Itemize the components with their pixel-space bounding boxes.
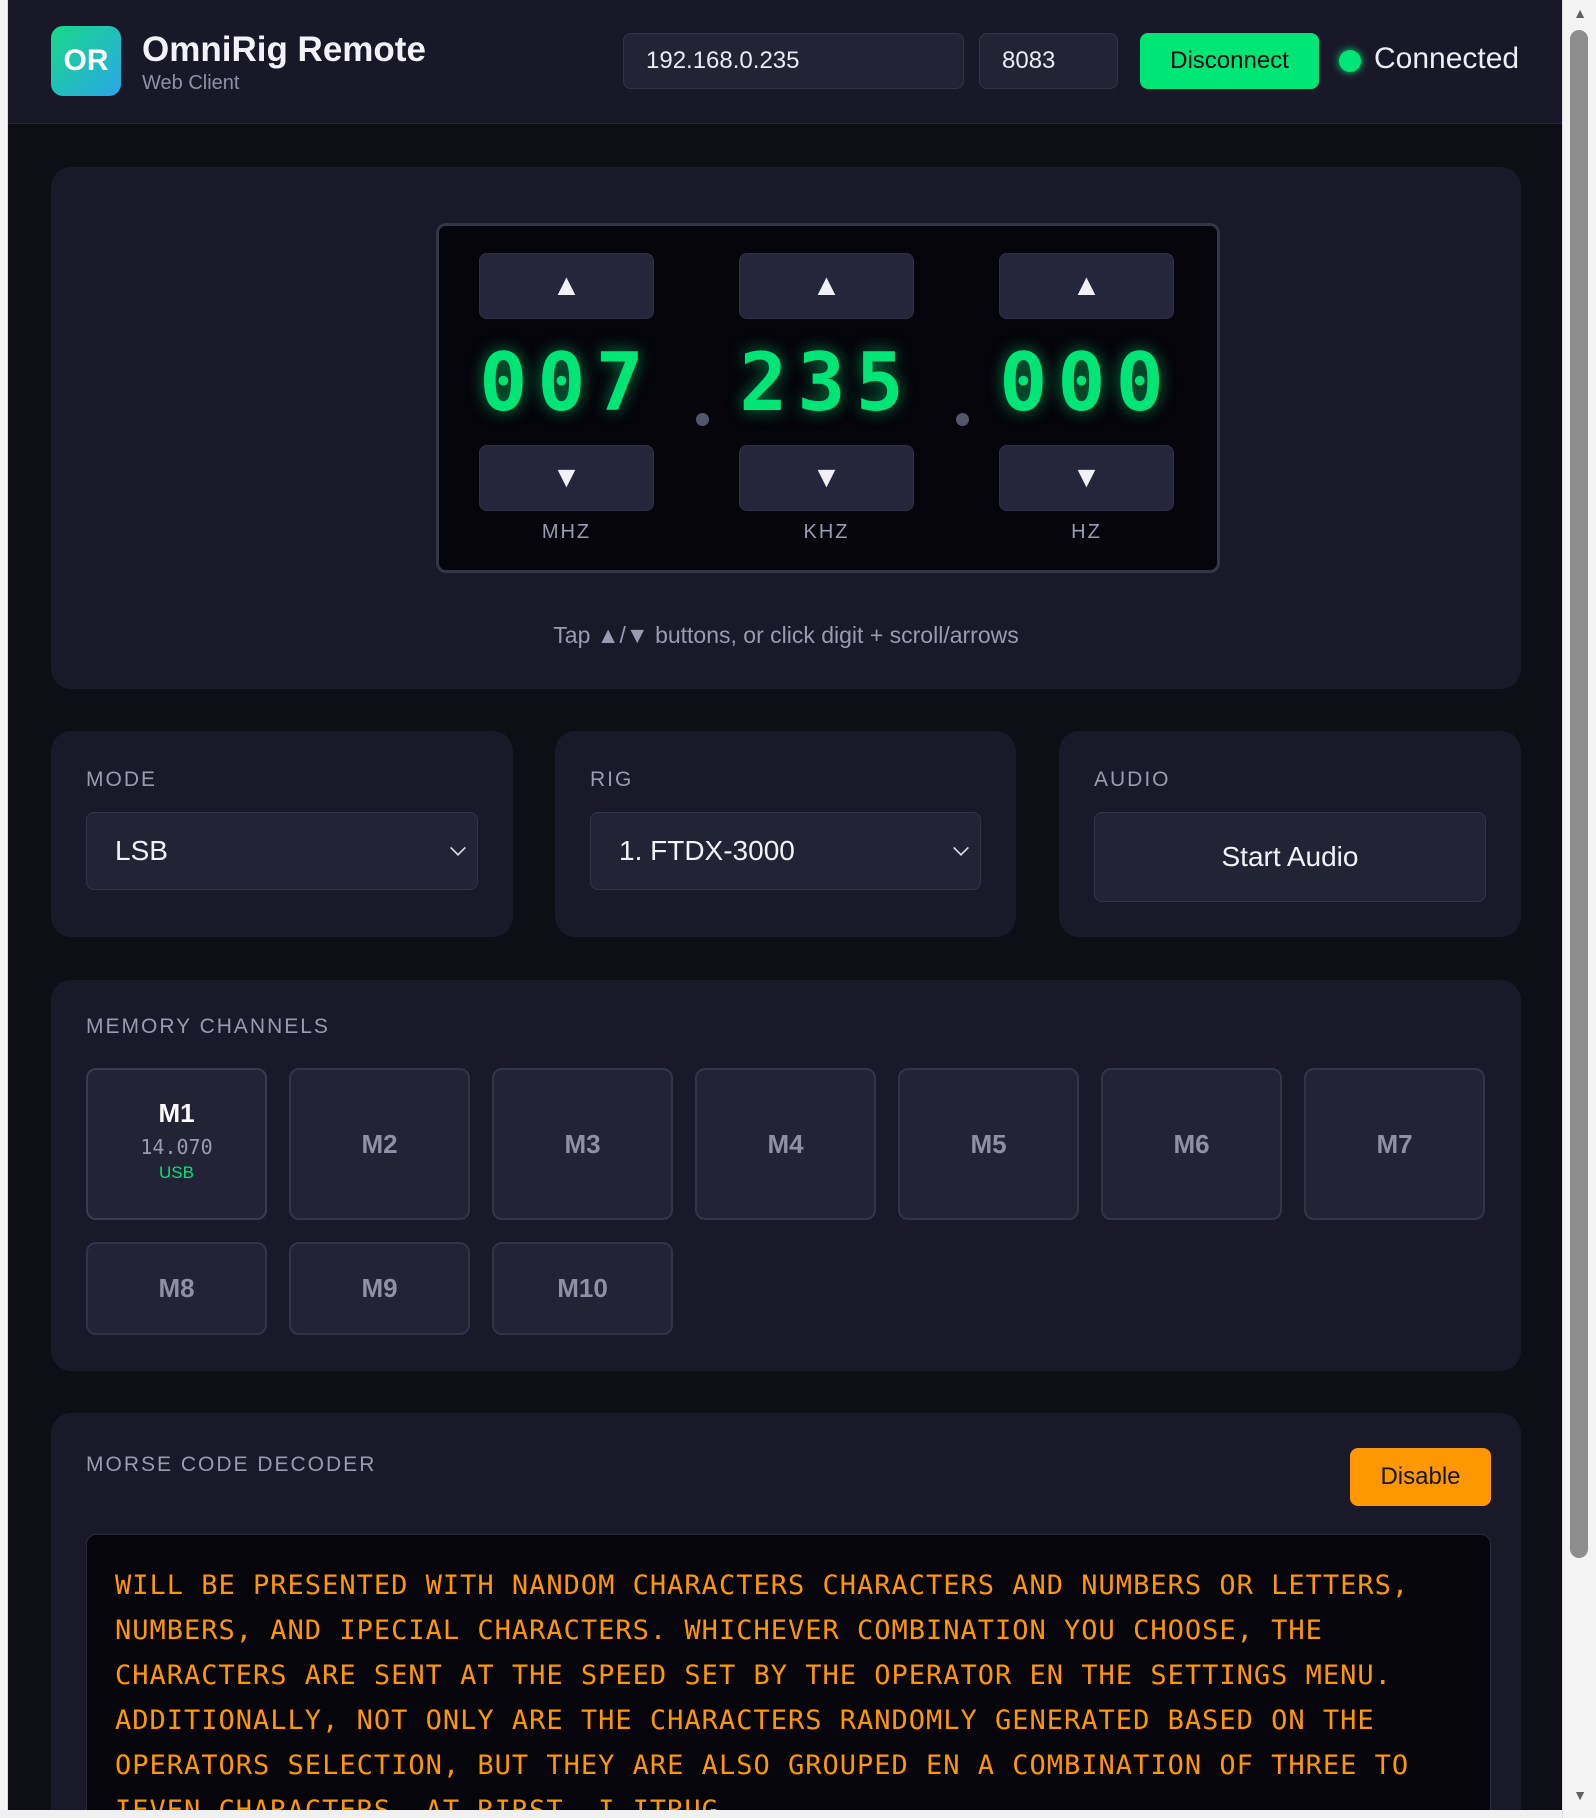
start-audio-button[interactable]: Start Audio xyxy=(1094,812,1486,902)
memory-channel-name: M4 xyxy=(767,1129,804,1159)
memory-label: MEMORY CHANNELS xyxy=(86,1015,330,1038)
frequency-display: ▲ 007 ▼ MHZ ▲ 235 ▼ KHZ ▲ 000 ▼ HZ xyxy=(436,223,1220,573)
chevron-down-icon xyxy=(953,840,969,856)
vertical-scrollbar[interactable]: ▲ ▼ xyxy=(1562,0,1596,1818)
frequency-card: ▲ 007 ▼ MHZ ▲ 235 ▼ KHZ ▲ 000 ▼ HZ Tap ▲… xyxy=(51,167,1521,689)
mhz-up-button[interactable]: ▲ xyxy=(479,253,654,319)
mode-card: MODE LSB xyxy=(51,731,513,937)
rig-label: RIG xyxy=(590,768,634,791)
app-subtitle: Web Client xyxy=(142,72,240,94)
browser-left-edge xyxy=(0,0,8,1818)
chevron-down-icon xyxy=(450,840,466,856)
mode-select[interactable]: LSB xyxy=(86,812,478,890)
hz-unit-label: HZ xyxy=(1071,521,1102,543)
morse-decoded-text: WILL BE PRESENTED WITH NANDOM CHARACTERS… xyxy=(115,1570,1410,1810)
memory-channel-name: M7 xyxy=(1376,1129,1413,1159)
memory-channel-m1[interactable]: M1 14.070 USB xyxy=(86,1068,267,1220)
memory-channel-m8[interactable]: M8 xyxy=(86,1242,267,1335)
mhz-digits[interactable]: 007 xyxy=(479,336,654,429)
browser-bottom-edge xyxy=(0,1810,1596,1818)
memory-channel-name: M6 xyxy=(1173,1129,1210,1159)
memory-channel-m7[interactable]: M7 xyxy=(1304,1068,1485,1220)
audio-card: AUDIO Start Audio xyxy=(1059,731,1521,937)
memory-channel-name: M9 xyxy=(361,1273,398,1303)
connection-status: Connected xyxy=(1374,42,1520,75)
khz-digits[interactable]: 235 xyxy=(739,336,914,429)
scrollbar-thumb[interactable] xyxy=(1570,30,1588,1558)
scroll-up-arrow-icon[interactable]: ▲ xyxy=(1563,0,1596,26)
khz-unit-label: KHZ xyxy=(803,521,850,543)
status-dot-icon xyxy=(1339,50,1361,72)
memory-channel-m3[interactable]: M3 xyxy=(492,1068,673,1220)
morse-output[interactable]: WILL BE PRESENTED WITH NANDOM CHARACTERS… xyxy=(86,1534,1491,1810)
rig-select-value: 1. FTDX-3000 xyxy=(619,835,795,866)
memory-channel-freq: 14.070 xyxy=(140,1135,213,1159)
memory-card: MEMORY CHANNELS M1 14.070 USB M2 M3 M4 M… xyxy=(51,980,1521,1371)
app-window: OR OmniRig Remote Web Client Disconnect … xyxy=(8,0,1562,1810)
separator-dot xyxy=(696,413,709,426)
memory-channel-name: M3 xyxy=(564,1129,601,1159)
mhz-down-button[interactable]: ▼ xyxy=(479,445,654,511)
morse-disable-button[interactable]: Disable xyxy=(1350,1448,1491,1506)
memory-channel-m10[interactable]: M10 xyxy=(492,1242,673,1335)
app-header: OR OmniRig Remote Web Client Disconnect … xyxy=(8,0,1562,124)
mode-select-value: LSB xyxy=(115,835,168,866)
memory-channel-m4[interactable]: M4 xyxy=(695,1068,876,1220)
app-logo: OR xyxy=(51,26,121,96)
memory-channel-name: M5 xyxy=(970,1129,1007,1159)
memory-channel-m9[interactable]: M9 xyxy=(289,1242,470,1335)
khz-up-button[interactable]: ▲ xyxy=(739,253,914,319)
audio-label: AUDIO xyxy=(1094,768,1171,791)
mode-label: MODE xyxy=(86,768,157,791)
rig-card: RIG 1. FTDX-3000 xyxy=(555,731,1016,937)
memory-channel-mode: USB xyxy=(159,1163,194,1182)
mhz-unit-label: MHZ xyxy=(541,521,592,543)
disconnect-button[interactable]: Disconnect xyxy=(1140,33,1319,89)
memory-channel-name: M10 xyxy=(557,1273,608,1303)
memory-channel-m5[interactable]: M5 xyxy=(898,1068,1079,1220)
port-input[interactable] xyxy=(979,33,1118,89)
memory-channel-m6[interactable]: M6 xyxy=(1101,1068,1282,1220)
app-title: OmniRig Remote xyxy=(142,30,426,69)
morse-card: MORSE CODE DECODER Disable WILL BE PRESE… xyxy=(51,1413,1521,1810)
hz-up-button[interactable]: ▲ xyxy=(999,253,1174,319)
scroll-down-arrow-icon[interactable]: ▼ xyxy=(1563,1782,1596,1808)
hz-down-button[interactable]: ▼ xyxy=(999,445,1174,511)
memory-channel-m2[interactable]: M2 xyxy=(289,1068,470,1220)
morse-label: MORSE CODE DECODER xyxy=(86,1453,377,1476)
rig-select[interactable]: 1. FTDX-3000 xyxy=(590,812,981,890)
frequency-hint: Tap ▲/▼ buttons, or click digit + scroll… xyxy=(553,622,1019,648)
host-input[interactable] xyxy=(623,33,964,89)
memory-channel-name: M2 xyxy=(361,1129,398,1159)
hz-digits[interactable]: 000 xyxy=(999,336,1174,429)
memory-channel-name: M8 xyxy=(158,1273,195,1303)
separator-dot xyxy=(956,413,969,426)
khz-down-button[interactable]: ▼ xyxy=(739,445,914,511)
memory-channel-name: M1 xyxy=(158,1098,195,1128)
